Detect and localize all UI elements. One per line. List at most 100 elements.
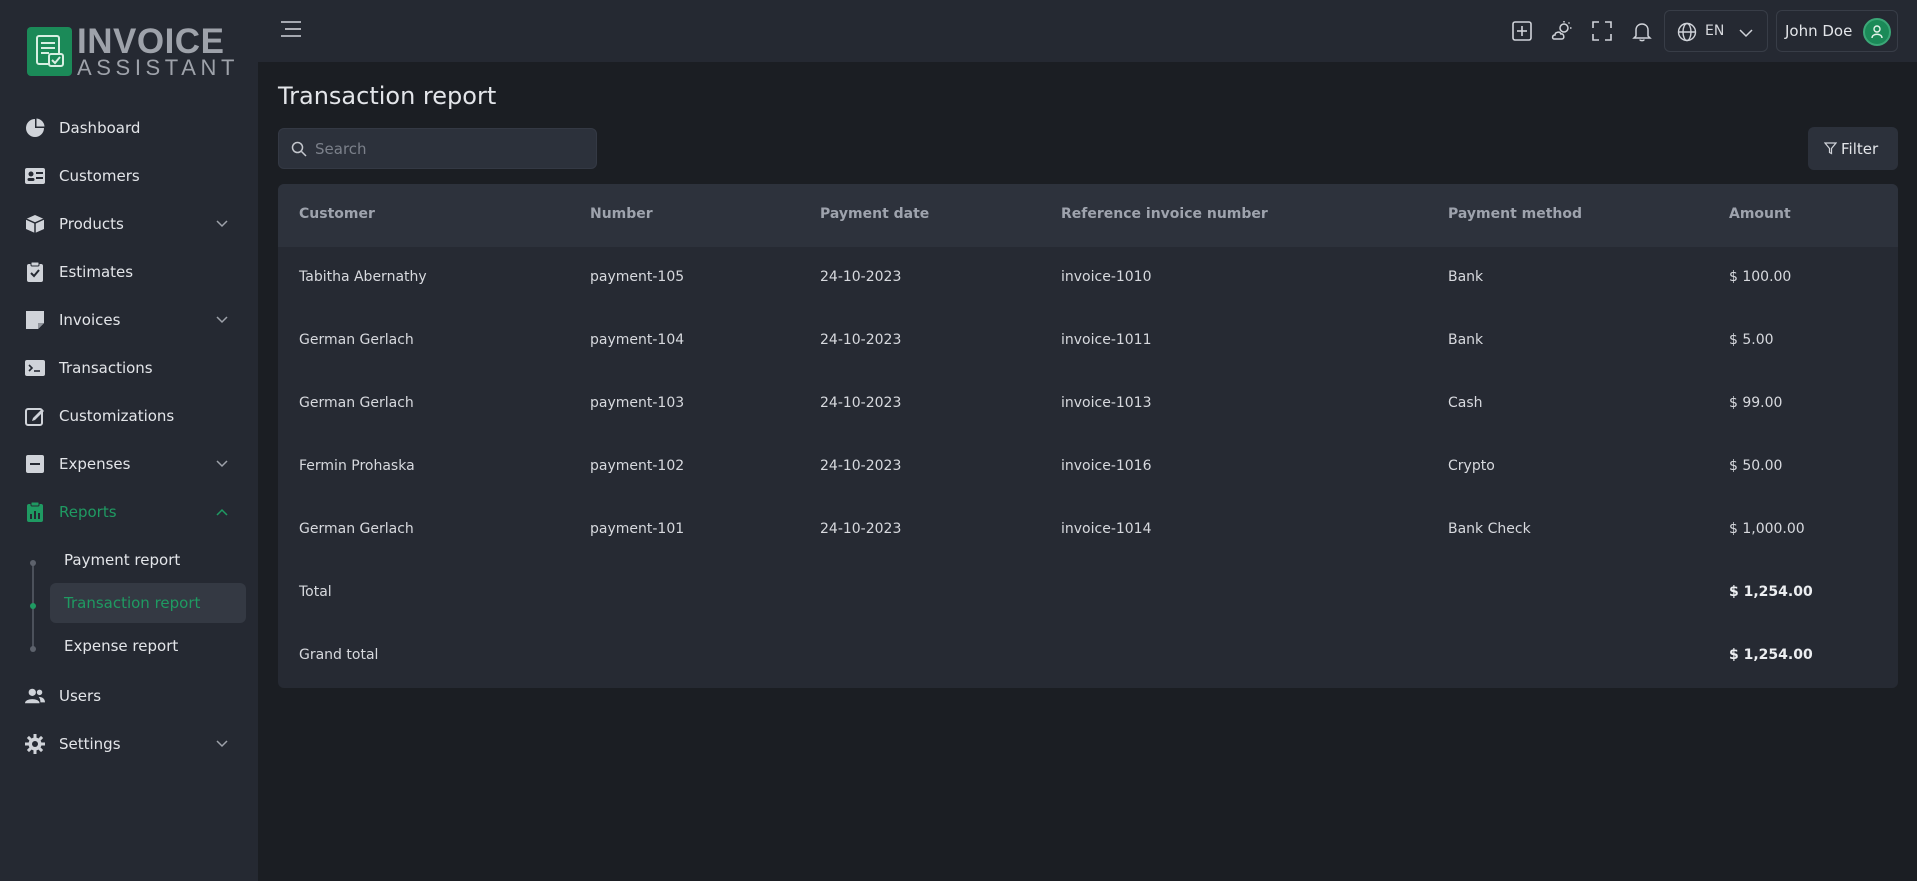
table-header: Customer Number Payment date Reference i… [278,184,1898,247]
sidebar-subitem-expense-report[interactable]: Expense report [50,626,246,666]
id-card-icon [25,166,45,186]
cell-payment-date: 24-10-2023 [820,332,902,348]
sidebar-item-label: Users [59,687,102,705]
menu-toggle-icon[interactable] [279,19,303,39]
cell-payment-date: 24-10-2023 [820,521,902,537]
cell-amount: $ 50.00 [1729,458,1783,474]
column-header-payment-date[interactable]: Payment date [820,206,929,222]
cell-payment-date: 24-10-2023 [820,458,902,474]
sidebar-item-settings[interactable]: Settings [0,724,258,764]
top-header: EN John Doe [258,0,1917,62]
search-input[interactable] [315,129,585,168]
gear-icon [25,734,45,754]
sidebar-item-label: Expenses [59,455,131,473]
transactions-table: Customer Number Payment date Reference i… [278,184,1898,688]
chevron-down-icon [1739,29,1753,38]
sidebar-item-invoices[interactable]: Invoices [0,300,258,340]
box-icon [25,214,45,234]
sidebar-subitem-transaction-report[interactable]: Transaction report [50,583,246,623]
cell-amount: $ 1,000.00 [1729,521,1805,537]
users-icon [25,686,45,706]
chevron-down-icon [216,740,228,748]
column-header-number[interactable]: Number [590,206,653,222]
language-code: EN [1705,23,1725,39]
cell-payment-method: Bank [1448,269,1484,285]
terminal-icon [25,358,45,378]
cell-payment-date: 24-10-2023 [820,395,902,411]
globe-icon [1677,22,1697,42]
column-header-amount[interactable]: Amount [1729,206,1791,222]
chevron-down-icon [216,220,228,228]
sidebar-item-transactions[interactable]: Transactions [0,348,258,388]
minus-square-icon [25,454,45,474]
filter-button[interactable]: Filter [1808,127,1898,170]
cell-customer: Fermin Prohaska [299,458,415,474]
sidebar-item-customizations[interactable]: Customizations [0,396,258,436]
brand-subtitle: ASSISTANT [77,55,240,80]
theme-toggle-icon[interactable] [1551,20,1573,42]
submenu-dot-active [30,603,36,609]
sidebar-item-estimates[interactable]: Estimates [0,252,258,292]
total-label: Total [299,584,332,600]
sidebar-item-label: Settings [59,735,121,753]
sidebar-subitem-payment-report[interactable]: Payment report [50,540,246,580]
total-row: Total $ 1,254.00 [278,562,1898,625]
grand-total-row: Grand total $ 1,254.00 [278,625,1898,688]
cell-number: payment-103 [590,395,685,411]
chevron-down-icon [216,316,228,324]
cell-reference-invoice: invoice-1011 [1061,332,1152,348]
cell-number: payment-105 [590,269,685,285]
table-row[interactable]: Fermin Prohaska payment-102 24-10-2023 i… [278,436,1898,499]
grand-total-label: Grand total [299,647,379,663]
invoice-logo-icon [27,27,72,76]
cell-number: payment-101 [590,521,685,537]
cell-payment-method: Crypto [1448,458,1495,474]
sidebar-item-label: Products [59,215,124,233]
sidebar-item-label: Customizations [59,407,175,425]
table-row[interactable]: Tabitha Abernathy payment-105 24-10-2023… [278,247,1898,310]
sidebar-item-users[interactable]: Users [0,676,258,716]
sidebar-item-customers[interactable]: Customers [0,156,258,196]
pie-chart-icon [25,118,45,138]
column-header-reference-invoice[interactable]: Reference invoice number [1061,206,1268,222]
table-row[interactable]: German Gerlach payment-101 24-10-2023 in… [278,499,1898,562]
sidebar-item-dashboard[interactable]: Dashboard [0,108,258,148]
avatar [1863,18,1891,46]
user-name: John Doe [1785,22,1853,40]
cell-customer: German Gerlach [299,521,414,537]
cell-number: payment-102 [590,458,685,474]
sidebar-item-products[interactable]: Products [0,204,258,244]
note-icon [25,310,45,330]
cell-amount: $ 99.00 [1729,395,1783,411]
user-menu[interactable]: John Doe [1776,10,1898,52]
sidebar: INVOICE ASSISTANT Dashboard Customers Pr… [0,0,258,881]
sidebar-item-label: Transactions [59,359,153,377]
sidebar-item-reports[interactable]: Reports [0,492,258,532]
sidebar-item-expenses[interactable]: Expenses [0,444,258,484]
cell-reference-invoice: invoice-1013 [1061,395,1152,411]
add-square-icon[interactable] [1511,20,1533,42]
page-title: Transaction report [278,82,497,110]
filter-label: Filter [1841,139,1879,158]
column-header-payment-method[interactable]: Payment method [1448,206,1582,222]
table-row[interactable]: German Gerlach payment-104 24-10-2023 in… [278,310,1898,373]
cell-customer: Tabitha Abernathy [299,269,427,285]
cell-reference-invoice: invoice-1014 [1061,521,1152,537]
cell-customer: German Gerlach [299,332,414,348]
cell-number: payment-104 [590,332,685,348]
bell-icon[interactable] [1631,20,1653,42]
cell-reference-invoice: invoice-1010 [1061,269,1152,285]
column-header-customer[interactable]: Customer [299,206,375,222]
cell-customer: German Gerlach [299,395,414,411]
fullscreen-icon[interactable] [1591,20,1613,42]
chevron-down-icon [216,460,228,468]
search-icon [291,141,307,157]
report-icon [25,502,45,522]
cell-payment-method: Bank [1448,332,1484,348]
search-box [278,128,597,169]
table-row[interactable]: German Gerlach payment-103 24-10-2023 in… [278,373,1898,436]
sidebar-item-label: Invoices [59,311,121,329]
brand-logo[interactable]: INVOICE ASSISTANT [27,24,239,79]
language-selector[interactable]: EN [1664,10,1768,52]
sidebar-item-label: Customers [59,167,140,185]
